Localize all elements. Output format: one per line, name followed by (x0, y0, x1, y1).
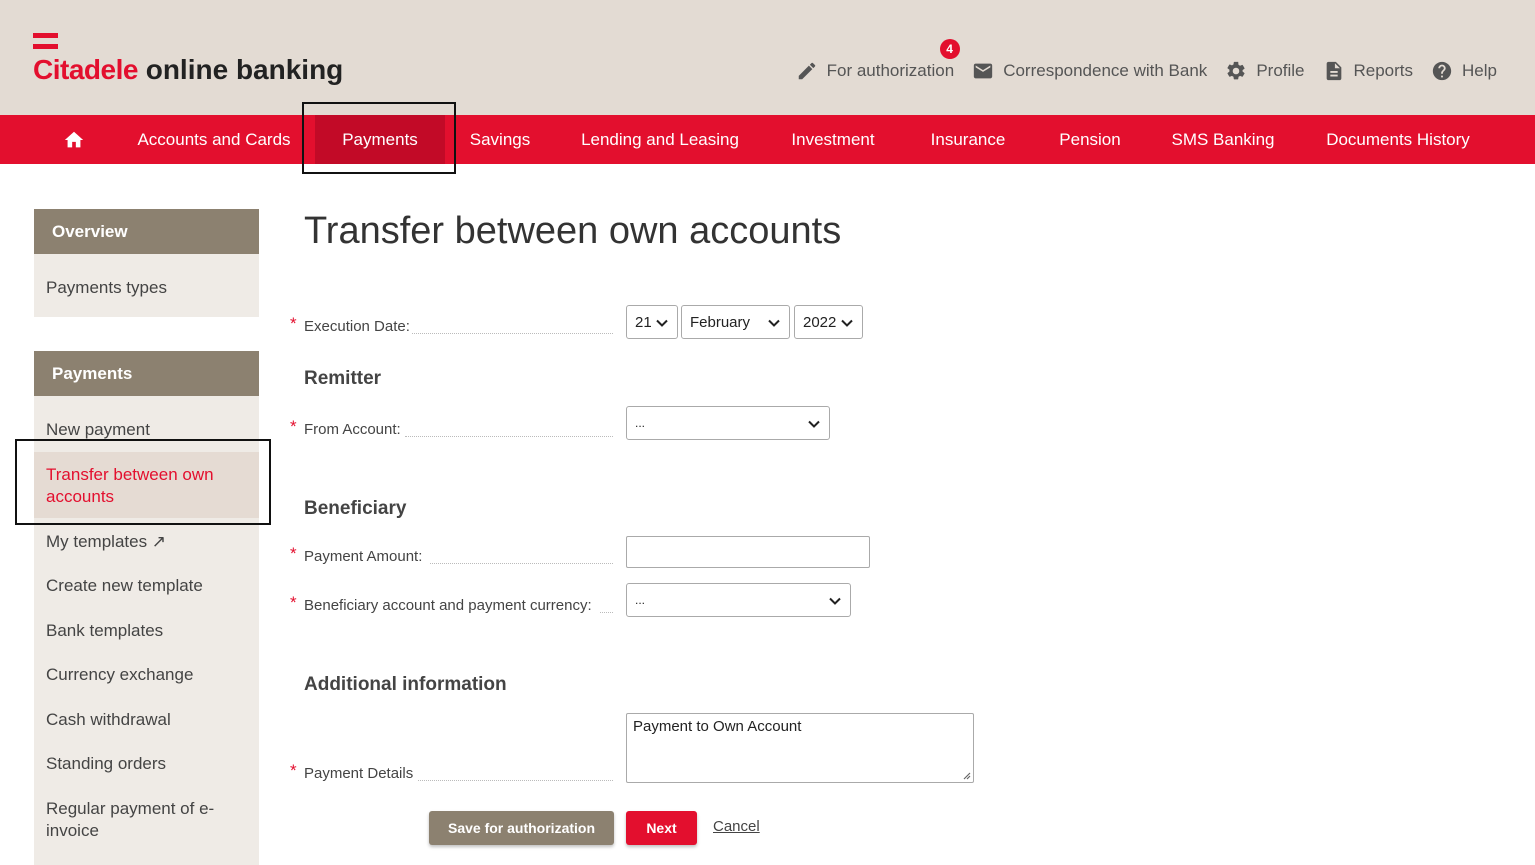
help-icon (1432, 61, 1452, 81)
for-authorization-label: For authorization (826, 61, 955, 80)
home-icon (64, 131, 84, 147)
from-account-value: ... (635, 416, 646, 430)
remitter-section-title: Remitter (304, 368, 382, 389)
from-account-select[interactable]: ... (626, 406, 830, 440)
label-leader (418, 780, 613, 781)
correspondence-label: Correspondence with Bank (1003, 61, 1208, 80)
sidebar-item-standing-orders[interactable]: Standing orders (46, 753, 246, 775)
payment-details-label: Payment Details (304, 765, 416, 782)
required-mark: * (290, 544, 297, 563)
execution-month-value: February (690, 313, 751, 331)
sidebar-item-currency-exchange[interactable]: Currency exchange (46, 664, 246, 686)
required-mark: * (290, 593, 297, 612)
envelope-icon (974, 63, 993, 79)
next-button[interactable]: Next (626, 811, 697, 845)
reports-label: Reports (1353, 61, 1414, 80)
document-icon (1326, 61, 1341, 81)
chevron-down-icon (840, 316, 854, 330)
nav-sms-banking[interactable]: SMS Banking (1162, 115, 1284, 164)
reports-link[interactable]: Reports (1323, 60, 1414, 82)
top-links: For authorization 4 Correspondence with … (778, 39, 1497, 86)
from-account-label: From Account: (304, 421, 403, 438)
label-leader (600, 612, 613, 613)
execution-date-label: Execution Date: (304, 318, 412, 335)
sidebar-item-transfer-own-accounts[interactable]: Transfer between own accounts (46, 464, 246, 508)
nav-savings[interactable]: Savings (458, 115, 542, 164)
nav-accounts-and-cards[interactable]: Accounts and Cards (128, 115, 300, 164)
logo-product: online banking (145, 54, 344, 85)
sidebar-item-new-payment[interactable]: New payment (46, 419, 246, 441)
required-mark: * (290, 314, 297, 333)
for-authorization-link[interactable]: For authorization 4 (796, 39, 960, 82)
label-leader (410, 333, 613, 334)
profile-label: Profile (1256, 61, 1305, 80)
label-leader (430, 563, 613, 564)
sidebar-payments-title[interactable]: Payments (34, 351, 259, 396)
resize-handle-icon[interactable] (961, 770, 971, 780)
pencil-icon (798, 62, 815, 80)
profile-link[interactable]: Profile (1225, 60, 1305, 82)
cancel-link[interactable]: Cancel (713, 818, 760, 835)
page-title: Transfer between own accounts (304, 210, 842, 252)
header: Citadele online banking For authorizatio… (0, 0, 1535, 115)
authorization-count-badge: 4 (939, 39, 960, 59)
chevron-down-icon (767, 316, 781, 330)
sidebar-item-bank-templates[interactable]: Bank templates (46, 620, 246, 642)
payment-details-value: Payment to Own Account (633, 718, 802, 735)
nav-insurance[interactable]: Insurance (918, 115, 1018, 164)
main-nav: Accounts and Cards Payments Savings Lend… (0, 115, 1535, 164)
gear-icon (1227, 61, 1245, 80)
logo-mark-icon (33, 33, 58, 49)
nav-documents-history[interactable]: Documents History (1313, 115, 1483, 164)
beneficiary-account-currency-label: Beneficiary account and payment currency… (304, 597, 594, 614)
execution-day-select[interactable]: 21 (626, 305, 678, 339)
additional-info-section-title: Additional information (304, 674, 507, 695)
help-link[interactable]: Help (1431, 60, 1497, 82)
nav-investment[interactable]: Investment (778, 115, 888, 164)
sidebar-item-payments-types[interactable]: Payments types (46, 277, 246, 299)
sidebar-item-regular-payment-e-invoice[interactable]: Regular payment of e-invoice (46, 798, 226, 842)
required-mark: * (290, 417, 297, 436)
save-for-authorization-button[interactable]: Save for authorization (429, 811, 614, 845)
execution-year-value: 2022 (803, 313, 837, 331)
payment-amount-label: Payment Amount: (304, 548, 425, 565)
execution-year-select[interactable]: 2022 (794, 305, 863, 339)
chevron-down-icon (655, 316, 669, 330)
sidebar-overview-title[interactable]: Overview (34, 209, 259, 254)
nav-pension[interactable]: Pension (1046, 115, 1134, 164)
beneficiary-account-currency-value: ... (635, 593, 646, 607)
chevron-down-icon (828, 594, 842, 608)
label-leader (405, 436, 613, 437)
payment-amount-input[interactable] (626, 536, 870, 568)
logo-brand: Citadele (33, 54, 138, 85)
nav-lending-and-leasing[interactable]: Lending and Leasing (570, 115, 750, 164)
nav-payments[interactable]: Payments (315, 115, 445, 164)
sidebar-item-create-new-template[interactable]: Create new template (46, 575, 246, 597)
help-label: Help (1462, 61, 1497, 80)
sidebar-item-cash-withdrawal[interactable]: Cash withdrawal (46, 709, 246, 731)
chevron-down-icon (807, 417, 821, 431)
nav-home[interactable] (48, 115, 100, 164)
required-mark: * (290, 761, 297, 780)
sidebar-item-my-templates[interactable]: My templates ↗ (46, 531, 246, 553)
beneficiary-account-currency-select[interactable]: ... (626, 583, 851, 617)
execution-month-select[interactable]: February (681, 305, 790, 339)
payment-details-textarea[interactable]: Payment to Own Account (626, 713, 974, 783)
correspondence-link[interactable]: Correspondence with Bank (972, 60, 1207, 82)
beneficiary-section-title: Beneficiary (304, 498, 407, 519)
execution-day-value: 21 (635, 313, 652, 331)
